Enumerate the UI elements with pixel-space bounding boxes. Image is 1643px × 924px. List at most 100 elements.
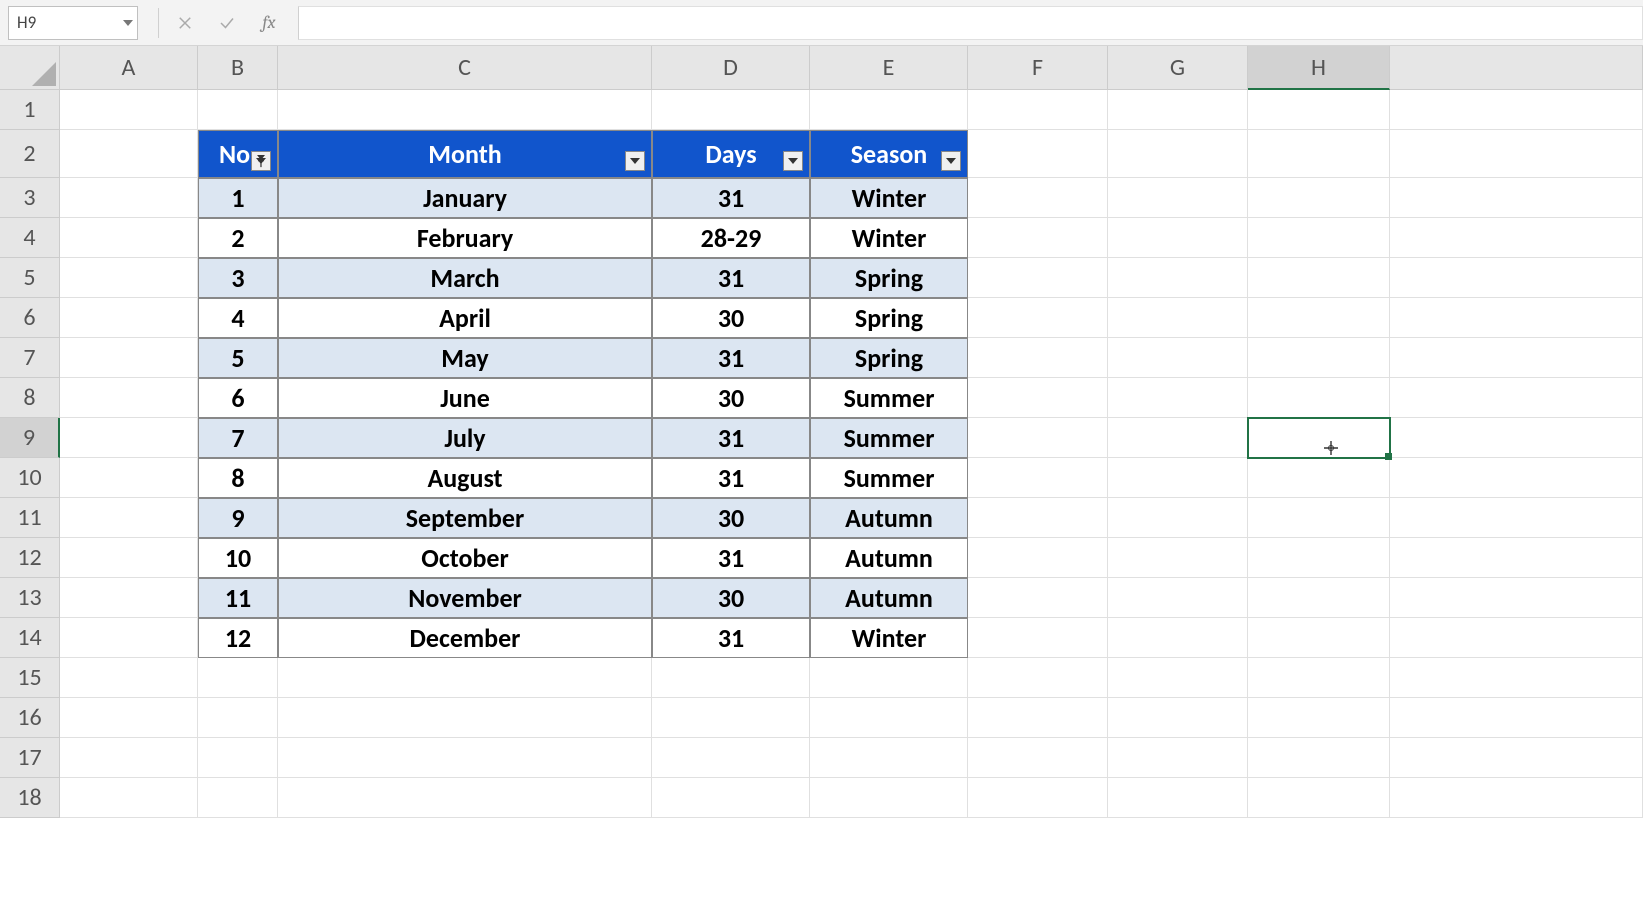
cell-D9[interactable]: 31 (652, 418, 810, 458)
cell-C7[interactable]: May (278, 338, 652, 378)
cell-F16[interactable] (968, 698, 1108, 738)
cell-H4[interactable] (1248, 218, 1390, 258)
cell-E17[interactable] (810, 738, 968, 778)
cell-G10[interactable] (1108, 458, 1248, 498)
cell-H18[interactable] (1248, 778, 1390, 818)
cell-C3[interactable]: January (278, 178, 652, 218)
cell-A5[interactable] (60, 258, 198, 298)
cell-F2[interactable] (968, 130, 1108, 178)
cell-H6[interactable] (1248, 298, 1390, 338)
cell-D18[interactable] (652, 778, 810, 818)
formula-input[interactable] (298, 6, 1643, 40)
cell-5[interactable] (1390, 258, 1643, 298)
cell-B16[interactable] (198, 698, 278, 738)
cell-E18[interactable] (810, 778, 968, 818)
row-header-8[interactable]: 8 (0, 378, 60, 418)
cell-13[interactable] (1390, 578, 1643, 618)
cell-G5[interactable] (1108, 258, 1248, 298)
column-header-E[interactable]: E (810, 46, 968, 90)
column-header-G[interactable]: G (1108, 46, 1248, 90)
cell-F15[interactable] (968, 658, 1108, 698)
filter-dropdown-button[interactable] (251, 151, 271, 171)
cell-B11[interactable]: 9 (198, 498, 278, 538)
cell-C18[interactable] (278, 778, 652, 818)
enter-formula-button[interactable] (206, 6, 248, 40)
cell-D8[interactable]: 30 (652, 378, 810, 418)
cell-F6[interactable] (968, 298, 1108, 338)
cell-F12[interactable] (968, 538, 1108, 578)
cell-C16[interactable] (278, 698, 652, 738)
cell-G16[interactable] (1108, 698, 1248, 738)
cell-D6[interactable]: 30 (652, 298, 810, 338)
cell-C10[interactable]: August (278, 458, 652, 498)
column-header-C[interactable]: C (278, 46, 652, 90)
row-header-14[interactable]: 14 (0, 618, 60, 658)
cell-H2[interactable] (1248, 130, 1390, 178)
cell-E3[interactable]: Winter (810, 178, 968, 218)
cell-C12[interactable]: October (278, 538, 652, 578)
cell-B12[interactable]: 10 (198, 538, 278, 578)
cell-A9[interactable] (60, 418, 198, 458)
cell-G7[interactable] (1108, 338, 1248, 378)
cell-F18[interactable] (968, 778, 1108, 818)
row-header-4[interactable]: 4 (0, 218, 60, 258)
cell-A13[interactable] (60, 578, 198, 618)
cell-E5[interactable]: Spring (810, 258, 968, 298)
cell-F1[interactable] (968, 90, 1108, 130)
cell-B14[interactable]: 12 (198, 618, 278, 658)
cell-D13[interactable]: 30 (652, 578, 810, 618)
cell-B6[interactable]: 4 (198, 298, 278, 338)
row-header-15[interactable]: 15 (0, 658, 60, 698)
cell-B4[interactable]: 2 (198, 218, 278, 258)
cell-16[interactable] (1390, 698, 1643, 738)
cell-G8[interactable] (1108, 378, 1248, 418)
cell-A17[interactable] (60, 738, 198, 778)
cell-F13[interactable] (968, 578, 1108, 618)
cell-C5[interactable]: March (278, 258, 652, 298)
cell-H16[interactable] (1248, 698, 1390, 738)
row-header-10[interactable]: 10 (0, 458, 60, 498)
cell-E2[interactable]: Season (810, 130, 968, 178)
cell-G4[interactable] (1108, 218, 1248, 258)
cell-G12[interactable] (1108, 538, 1248, 578)
cell-C14[interactable]: December (278, 618, 652, 658)
cell-G18[interactable] (1108, 778, 1248, 818)
cell-G15[interactable] (1108, 658, 1248, 698)
cell-12[interactable] (1390, 538, 1643, 578)
cell-D3[interactable]: 31 (652, 178, 810, 218)
cell-A8[interactable] (60, 378, 198, 418)
cell-G6[interactable] (1108, 298, 1248, 338)
cell-B3[interactable]: 1 (198, 178, 278, 218)
row-header-18[interactable]: 18 (0, 778, 60, 818)
filter-dropdown-button[interactable] (941, 151, 961, 171)
cell-E14[interactable]: Winter (810, 618, 968, 658)
cell-F9[interactable] (968, 418, 1108, 458)
column-header-H[interactable]: H (1248, 46, 1390, 90)
cell-H9[interactable] (1248, 418, 1390, 458)
cell-F3[interactable] (968, 178, 1108, 218)
cell-8[interactable] (1390, 378, 1643, 418)
cell-E4[interactable]: Winter (810, 218, 968, 258)
cell-9[interactable] (1390, 418, 1643, 458)
cell-E10[interactable]: Summer (810, 458, 968, 498)
cell-A4[interactable] (60, 218, 198, 258)
insert-function-button[interactable]: fx (248, 6, 290, 40)
cell-B10[interactable]: 8 (198, 458, 278, 498)
cell-D1[interactable] (652, 90, 810, 130)
cell-A14[interactable] (60, 618, 198, 658)
cell-17[interactable] (1390, 738, 1643, 778)
cell-A10[interactable] (60, 458, 198, 498)
cell-B15[interactable] (198, 658, 278, 698)
column-header-B[interactable]: B (198, 46, 278, 90)
cell-C6[interactable]: April (278, 298, 652, 338)
name-box-dropdown-icon[interactable] (123, 20, 133, 26)
cell-A1[interactable] (60, 90, 198, 130)
row-header-9[interactable]: 9 (0, 418, 60, 458)
cell-A15[interactable] (60, 658, 198, 698)
row-header-7[interactable]: 7 (0, 338, 60, 378)
name-box[interactable]: H9 (8, 6, 138, 40)
cell-H10[interactable] (1248, 458, 1390, 498)
cell-H8[interactable] (1248, 378, 1390, 418)
cell-H15[interactable] (1248, 658, 1390, 698)
cell-A2[interactable] (60, 130, 198, 178)
